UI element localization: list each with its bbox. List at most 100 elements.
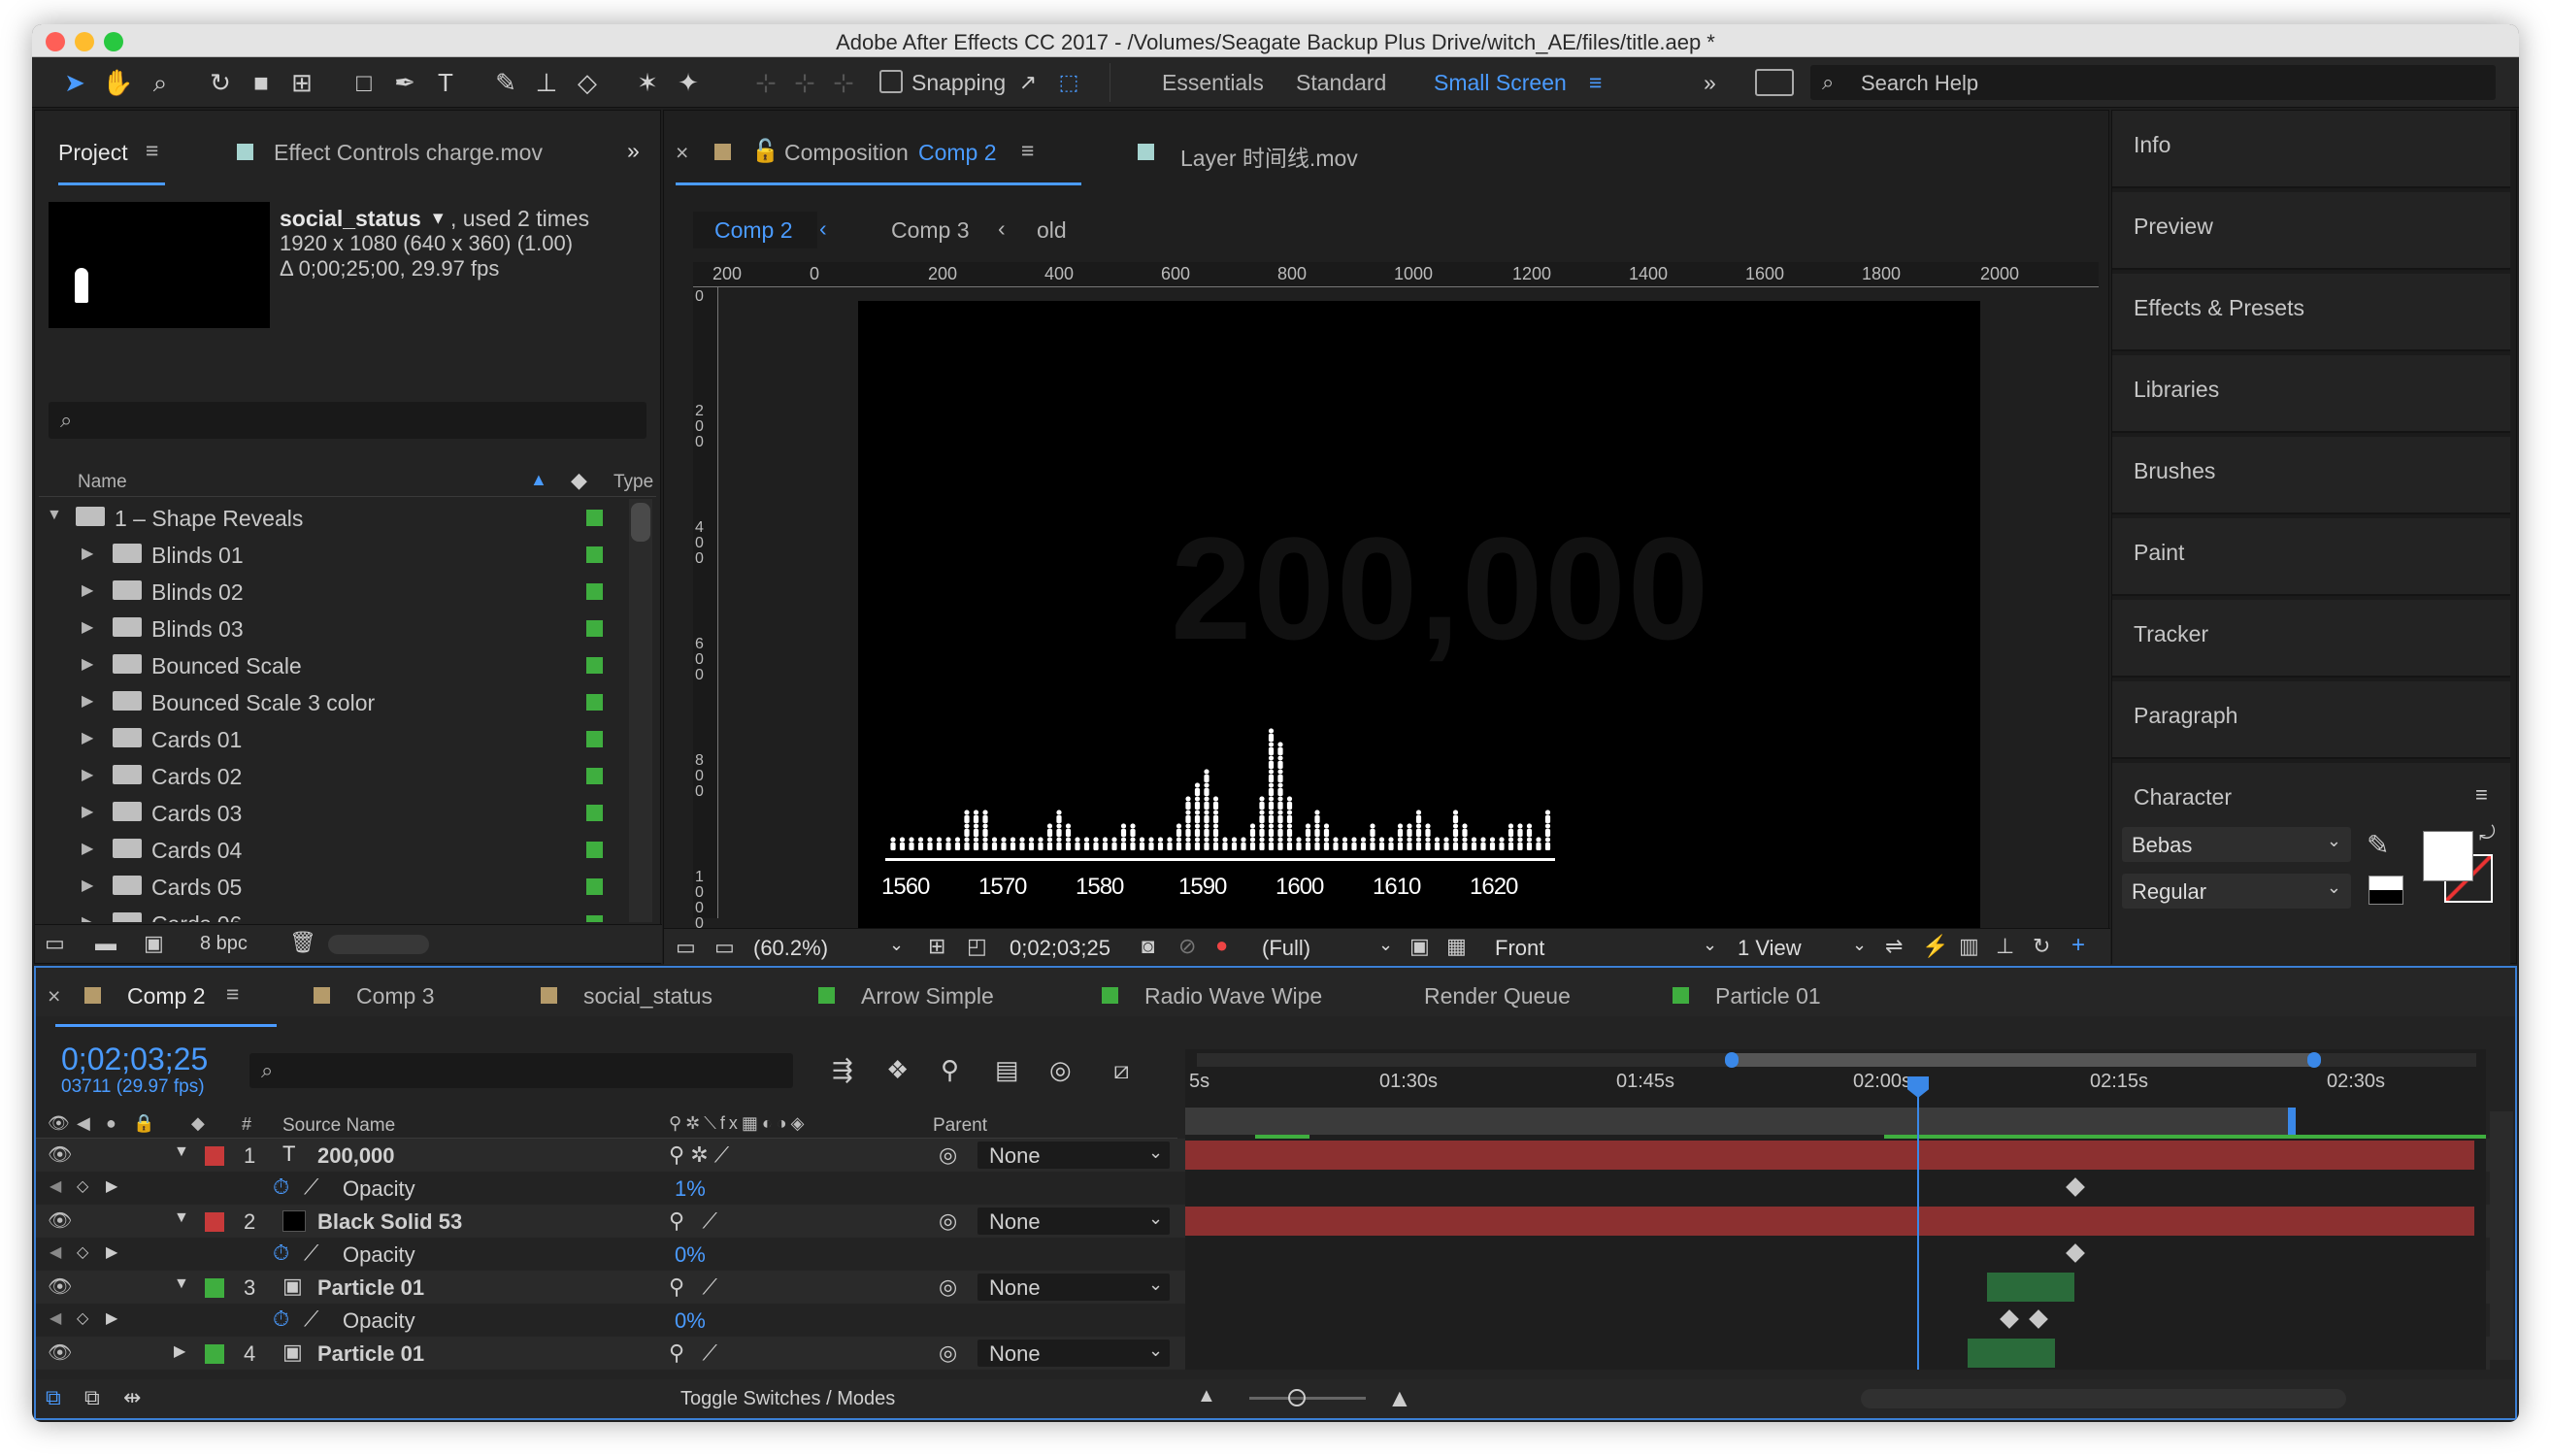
add-keyframe-icon[interactable]: ◇ — [77, 1242, 88, 1262]
label-swatch[interactable] — [205, 1344, 224, 1364]
lock-icon[interactable]: 🔓 — [751, 138, 779, 164]
pick-whip-icon[interactable]: ◎ — [939, 1274, 957, 1300]
layer-bar-particle-01[interactable] — [1987, 1273, 2074, 1302]
graph-icon[interactable]: ⟋ — [304, 1175, 318, 1200]
pick-whip-icon[interactable]: ◎ — [939, 1208, 957, 1234]
sort-ascending-icon[interactable]: ▲ — [530, 470, 547, 490]
panel-effects-presets[interactable]: Effects & Presets — [2112, 274, 2510, 351]
column-name[interactable]: Name — [78, 472, 127, 493]
timeline-horizontal-scrollbar[interactable] — [1861, 1389, 2346, 1408]
keyframe[interactable] — [2066, 1177, 2085, 1197]
project-panel-menu-icon[interactable]: ≡ — [146, 138, 158, 164]
transfer-controls-icon[interactable]: ⧉ — [84, 1385, 100, 1410]
panel-paint[interactable]: Paint — [2112, 518, 2510, 596]
toggle-switches-modes[interactable]: Toggle Switches / Modes — [680, 1388, 895, 1410]
eye-icon[interactable]: 👁 — [48, 1340, 72, 1365]
eye-icon[interactable]: 👁 — [48, 1142, 72, 1167]
workspace-menu-icon[interactable]: ≡ — [1589, 70, 1602, 96]
navigator-start-handle[interactable] — [1725, 1052, 1739, 1068]
work-area-bar[interactable] — [1185, 1108, 2292, 1135]
zoom-tool-icon[interactable]: ⌕ — [145, 67, 176, 98]
magnification-select[interactable]: (60.2%) — [753, 936, 828, 961]
layer-name[interactable]: Particle 01 — [317, 1341, 424, 1367]
expand-right-icon[interactable]: ▶ — [82, 617, 93, 637]
zoom-slider-thumb[interactable] — [1288, 1389, 1306, 1406]
expand-right-icon[interactable]: ▶ — [82, 580, 93, 600]
shy-switch-icon[interactable]: ⚲ ⟋ — [669, 1340, 717, 1366]
expand-right-icon[interactable]: ▶ — [82, 876, 93, 895]
label-tag-icon[interactable]: ◆ — [571, 468, 587, 493]
breadcrumb-comp-3[interactable]: Comp 3 — [891, 217, 970, 244]
property-value[interactable]: 0% — [675, 1308, 706, 1334]
stopwatch-icon[interactable]: ⏱ — [273, 1241, 289, 1266]
ruler-horizontal[interactable]: 200 0 200 400 600 800 1000 1200 1400 160… — [693, 262, 2099, 287]
font-style-select[interactable]: Regular ⌄ — [2122, 874, 2351, 909]
expand-right-icon[interactable]: ▶ — [174, 1341, 185, 1361]
panel-brushes[interactable]: Brushes — [2112, 437, 2510, 514]
eye-icon[interactable]: 👁 — [48, 1274, 72, 1299]
draft-3d-icon[interactable]: ❖ — [886, 1055, 909, 1085]
column-type[interactable]: Type — [613, 472, 653, 493]
project-row-folder[interactable]: ▶ Cards 03 — [43, 794, 625, 831]
character-title[interactable]: Character — [2134, 784, 2232, 810]
project-row-folder-clipped[interactable]: ▶ Cards 06 — [35, 905, 629, 922]
add-keyframe-icon[interactable]: ◇ — [77, 1176, 88, 1196]
navigator-range[interactable] — [1731, 1053, 2313, 1067]
brush-tool-icon[interactable]: ✎ — [490, 67, 521, 98]
project-row-folder[interactable]: ▶ Blinds 03 — [43, 610, 625, 646]
chevron-down-icon[interactable]: ⌄ — [1703, 935, 1717, 955]
in-out-icon[interactable]: ⇹ — [123, 1385, 141, 1410]
axis-local-icon[interactable]: ⊹ — [750, 67, 781, 98]
graph-icon[interactable]: ⟋ — [304, 1241, 318, 1266]
workspace-standard[interactable]: Standard — [1296, 70, 1386, 96]
project-row-folder[interactable]: ▶ Blinds 02 — [43, 573, 625, 610]
trash-icon[interactable]: 🗑 — [289, 930, 316, 955]
shy-switch-icon[interactable]: ⚲ ⟋ — [669, 1274, 717, 1300]
tab-timeline-arrow-simple[interactable]: Arrow Simple — [861, 983, 994, 1009]
tab-effect-controls[interactable]: Effect Controls charge.mov — [274, 140, 543, 166]
motion-blur-icon[interactable]: ◎ — [1049, 1055, 1072, 1085]
panel-info[interactable]: Info — [2112, 111, 2510, 188]
project-search-input[interactable]: ⌕ — [49, 402, 646, 439]
source-name-column[interactable]: Source Name — [282, 1115, 395, 1137]
tab-render-queue[interactable]: Render Queue — [1424, 983, 1571, 1009]
expand-right-icon[interactable]: ▶ — [82, 802, 93, 821]
label-column-icon[interactable]: ◆ — [191, 1113, 205, 1134]
chevron-down-icon[interactable]: ⌄ — [1852, 935, 1867, 955]
frame-blending-icon[interactable]: ▤ — [995, 1055, 1019, 1085]
navigator-end-handle[interactable] — [2307, 1052, 2321, 1068]
snapshot-camera-icon[interactable]: ◙ — [1142, 934, 1154, 959]
new-folder-icon[interactable]: ▬ — [95, 931, 116, 956]
next-keyframe-icon[interactable]: ▶ — [106, 1308, 117, 1328]
comp-mini-flowchart-icon[interactable]: ⇶ — [832, 1055, 853, 1085]
channel-rgb-icon[interactable]: ● — [1215, 933, 1228, 958]
tab-project[interactable]: Project — [58, 140, 128, 166]
chevron-down-icon[interactable]: ⌄ — [1378, 935, 1393, 955]
switches-column-icons[interactable]: ⚲✲⟍fx▦◐◑◈ — [669, 1113, 808, 1134]
project-row-folder[interactable]: ▶ Cards 02 — [43, 757, 625, 794]
expand-down-icon[interactable]: ▼ — [47, 507, 62, 524]
keyframe[interactable] — [2000, 1309, 2019, 1329]
expand-down-icon[interactable]: ▼ — [174, 1275, 189, 1293]
rotate-tool-icon[interactable]: ↻ — [205, 67, 236, 98]
work-area-end[interactable] — [2288, 1108, 2296, 1135]
keyframe[interactable] — [2066, 1243, 2085, 1263]
panel-libraries[interactable]: Libraries — [2112, 355, 2510, 433]
workspace-essentials[interactable]: Essentials — [1162, 70, 1264, 96]
always-preview-icon[interactable]: ▭ — [676, 935, 696, 960]
close-tab-icon[interactable]: × — [676, 140, 688, 166]
black-white-swatch[interactable] — [2369, 876, 2403, 905]
tab-composition-prefix[interactable]: Composition — [784, 140, 909, 166]
mask-visibility-icon[interactable]: ◰ — [967, 934, 987, 959]
solo-switch-icon[interactable]: ● — [106, 1113, 116, 1134]
monitor-icon[interactable]: ▭ — [714, 935, 735, 960]
fast-previews-icon[interactable]: ⚡ — [1922, 934, 1948, 959]
timeline-search-input[interactable]: ⌕ — [249, 1053, 793, 1088]
item-name[interactable]: social_status — [280, 206, 421, 232]
shy-layers-icon[interactable]: ⚲ — [941, 1055, 959, 1085]
layer-bar-black-solid[interactable] — [1185, 1207, 2474, 1236]
font-family-select[interactable]: Bebas ⌄ — [2122, 827, 2351, 862]
layer-name[interactable]: Black Solid 53 — [317, 1209, 462, 1235]
project-row-folder[interactable]: ▶ Cards 04 — [43, 831, 625, 868]
panel-tracker[interactable]: Tracker — [2112, 600, 2510, 678]
